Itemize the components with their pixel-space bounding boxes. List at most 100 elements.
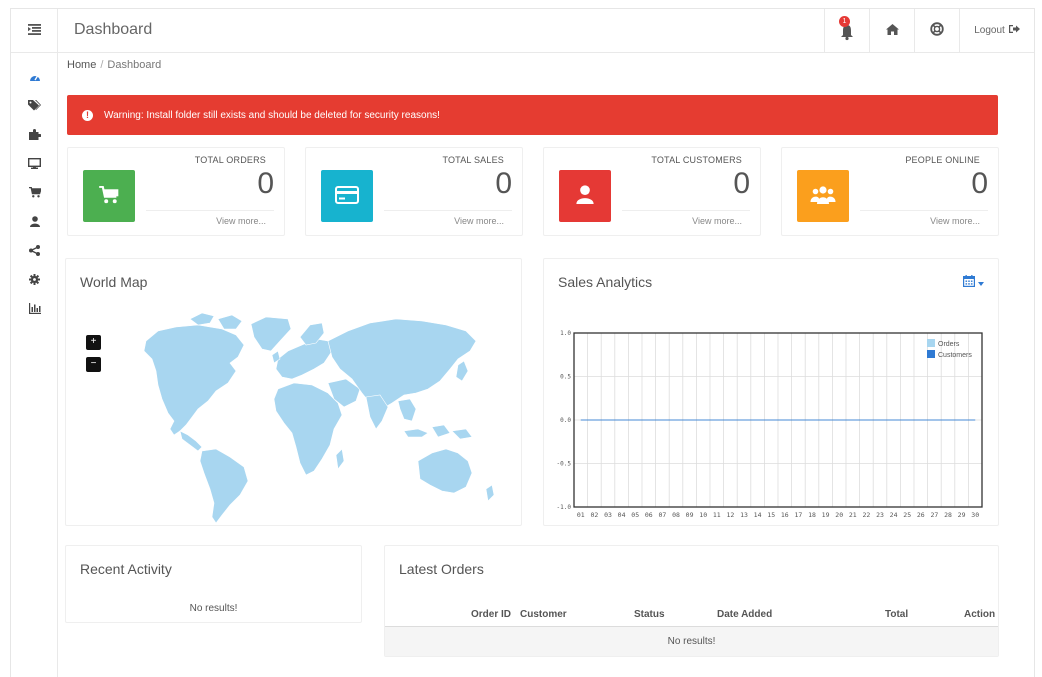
sidebar-item-dashboard[interactable] [11, 67, 58, 89]
stat-label: TOTAL CUSTOMERS [651, 155, 742, 165]
home-button[interactable] [869, 9, 914, 52]
logout-button[interactable]: Logout [959, 9, 1034, 52]
stat-label: TOTAL ORDERS [194, 155, 266, 165]
user-icon [576, 185, 594, 207]
stat-icon-box [321, 170, 373, 222]
sidebar-item-marketing[interactable] [11, 241, 58, 263]
recent-activity-title: Recent Activity [80, 561, 172, 577]
bar-chart-icon [28, 303, 41, 317]
column-header-date-added[interactable]: Date Added [717, 609, 772, 620]
chart-x-tick-label: 25 [903, 511, 911, 519]
help-button[interactable] [914, 9, 959, 52]
stat-total-sales: TOTAL SALES 0 View more... [305, 147, 523, 236]
world-map[interactable] [66, 259, 523, 527]
cog-icon [29, 274, 40, 288]
chart-x-tick-label: 08 [672, 511, 680, 519]
puzzle-icon [28, 129, 41, 143]
tags-icon [28, 100, 41, 114]
chart-x-tick-label: 01 [577, 511, 585, 519]
top-header: Dashboard 1 Logout [11, 9, 1034, 53]
latest-orders-panel: Latest Orders Order ID Customer Status D… [384, 545, 999, 657]
divider [622, 210, 750, 211]
chart-x-tick-label: 10 [699, 511, 707, 519]
chart-x-tick-label: 15 [767, 511, 775, 519]
chart-x-tick-label: 04 [618, 511, 626, 519]
chart-x-tick-label: 24 [890, 511, 898, 519]
credit-card-icon [335, 185, 359, 207]
chart-x-tick-label: 28 [944, 511, 952, 519]
chart-x-tick-label: 14 [754, 511, 762, 519]
chart-y-tick-label: -0.5 [557, 461, 572, 468]
chart-x-tick-label: 19 [822, 511, 830, 519]
view-more-link[interactable]: View more... [454, 216, 504, 226]
chart-x-tick-label: 13 [740, 511, 748, 519]
stat-icon-box [83, 170, 135, 222]
chart-x-tick-label: 23 [876, 511, 884, 519]
cart-icon [28, 186, 42, 201]
chart-x-tick-label: 12 [726, 511, 734, 519]
stat-total-orders: TOTAL ORDERS 0 View more... [67, 147, 285, 236]
breadcrumb-separator: / [100, 59, 104, 71]
chart-x-tick-label: 06 [645, 511, 653, 519]
chart-legend-label: Orders [938, 341, 960, 348]
cart-icon [99, 185, 119, 207]
user-icon [29, 216, 40, 230]
divider [146, 210, 274, 211]
chart-x-tick-label: 30 [971, 511, 979, 519]
page-title: Dashboard [74, 21, 153, 38]
column-header-status[interactable]: Status [634, 609, 665, 620]
sidebar-item-design[interactable] [11, 154, 58, 176]
world-map-panel: World Map + − [65, 258, 522, 526]
chart-x-tick-label: 11 [713, 511, 721, 519]
sidebar-item-catalog[interactable] [11, 96, 58, 118]
chart-legend-swatch [927, 350, 935, 358]
chart-x-tick-label: 03 [604, 511, 612, 519]
stat-label: PEOPLE ONLINE [905, 155, 980, 165]
chart-legend-swatch [927, 339, 935, 347]
chart-x-tick-label: 27 [930, 511, 938, 519]
chart-x-tick-label: 22 [862, 511, 870, 519]
divider [384, 210, 512, 211]
chart-x-tick-label: 05 [631, 511, 639, 519]
share-icon [29, 245, 40, 259]
home-icon [885, 23, 899, 38]
chart-x-tick-label: 20 [835, 511, 843, 519]
sidebar-item-customers[interactable] [11, 212, 58, 234]
stat-label: TOTAL SALES [442, 155, 504, 165]
view-more-link[interactable]: View more... [692, 216, 742, 226]
stat-value: 0 [257, 167, 274, 200]
chart-x-tick-label: 18 [808, 511, 816, 519]
chart-y-tick-label: 0.0 [560, 417, 571, 424]
chart-x-tick-label: 29 [958, 511, 966, 519]
sidebar-item-system[interactable] [11, 270, 58, 292]
breadcrumb-home-link[interactable]: Home [67, 59, 96, 71]
view-more-link[interactable]: View more... [216, 216, 266, 226]
orders-empty-message: No results! [667, 636, 716, 647]
chart-x-tick-label: 26 [917, 511, 925, 519]
menu-toggle-button[interactable] [11, 9, 58, 52]
column-header-total[interactable]: Total [885, 609, 908, 620]
column-header-order-id[interactable]: Order ID [471, 609, 511, 620]
dashboard-icon [29, 72, 41, 85]
sidebar [11, 53, 58, 677]
sales-chart: 1.0 0.5 0.0 -0.5 -1.0 01 02 03 04 05 06 07 08 09 10 11 1… [557, 330, 983, 519]
chart-x-tick-label: 07 [658, 511, 666, 519]
sign-out-icon [1008, 24, 1020, 37]
chart-x-tick-label: 02 [590, 511, 598, 519]
activity-empty-message: No results! [189, 603, 238, 614]
notifications-button[interactable]: 1 [824, 9, 869, 52]
chart-x-tick-label: 16 [781, 511, 789, 519]
stat-people-online: PEOPLE ONLINE 0 View more... [781, 147, 999, 236]
sales-analytics-panel: Sales Analytics 1.0 0.5 0.0 -0.5 -1.0 01 02 03 0… [543, 258, 999, 526]
column-header-customer[interactable]: Customer [520, 609, 567, 620]
chart-y-tick-label: -1.0 [557, 504, 572, 511]
chart-x-tick-label: 17 [794, 511, 802, 519]
column-header-action: Action [964, 609, 996, 620]
stat-value: 0 [971, 167, 988, 200]
life-ring-icon [930, 22, 944, 39]
latest-orders-title: Latest Orders [399, 561, 484, 577]
sidebar-item-extensions[interactable] [11, 125, 58, 147]
sidebar-item-sales[interactable] [11, 183, 58, 205]
view-more-link[interactable]: View more... [930, 216, 980, 226]
sidebar-item-reports[interactable] [11, 299, 58, 321]
